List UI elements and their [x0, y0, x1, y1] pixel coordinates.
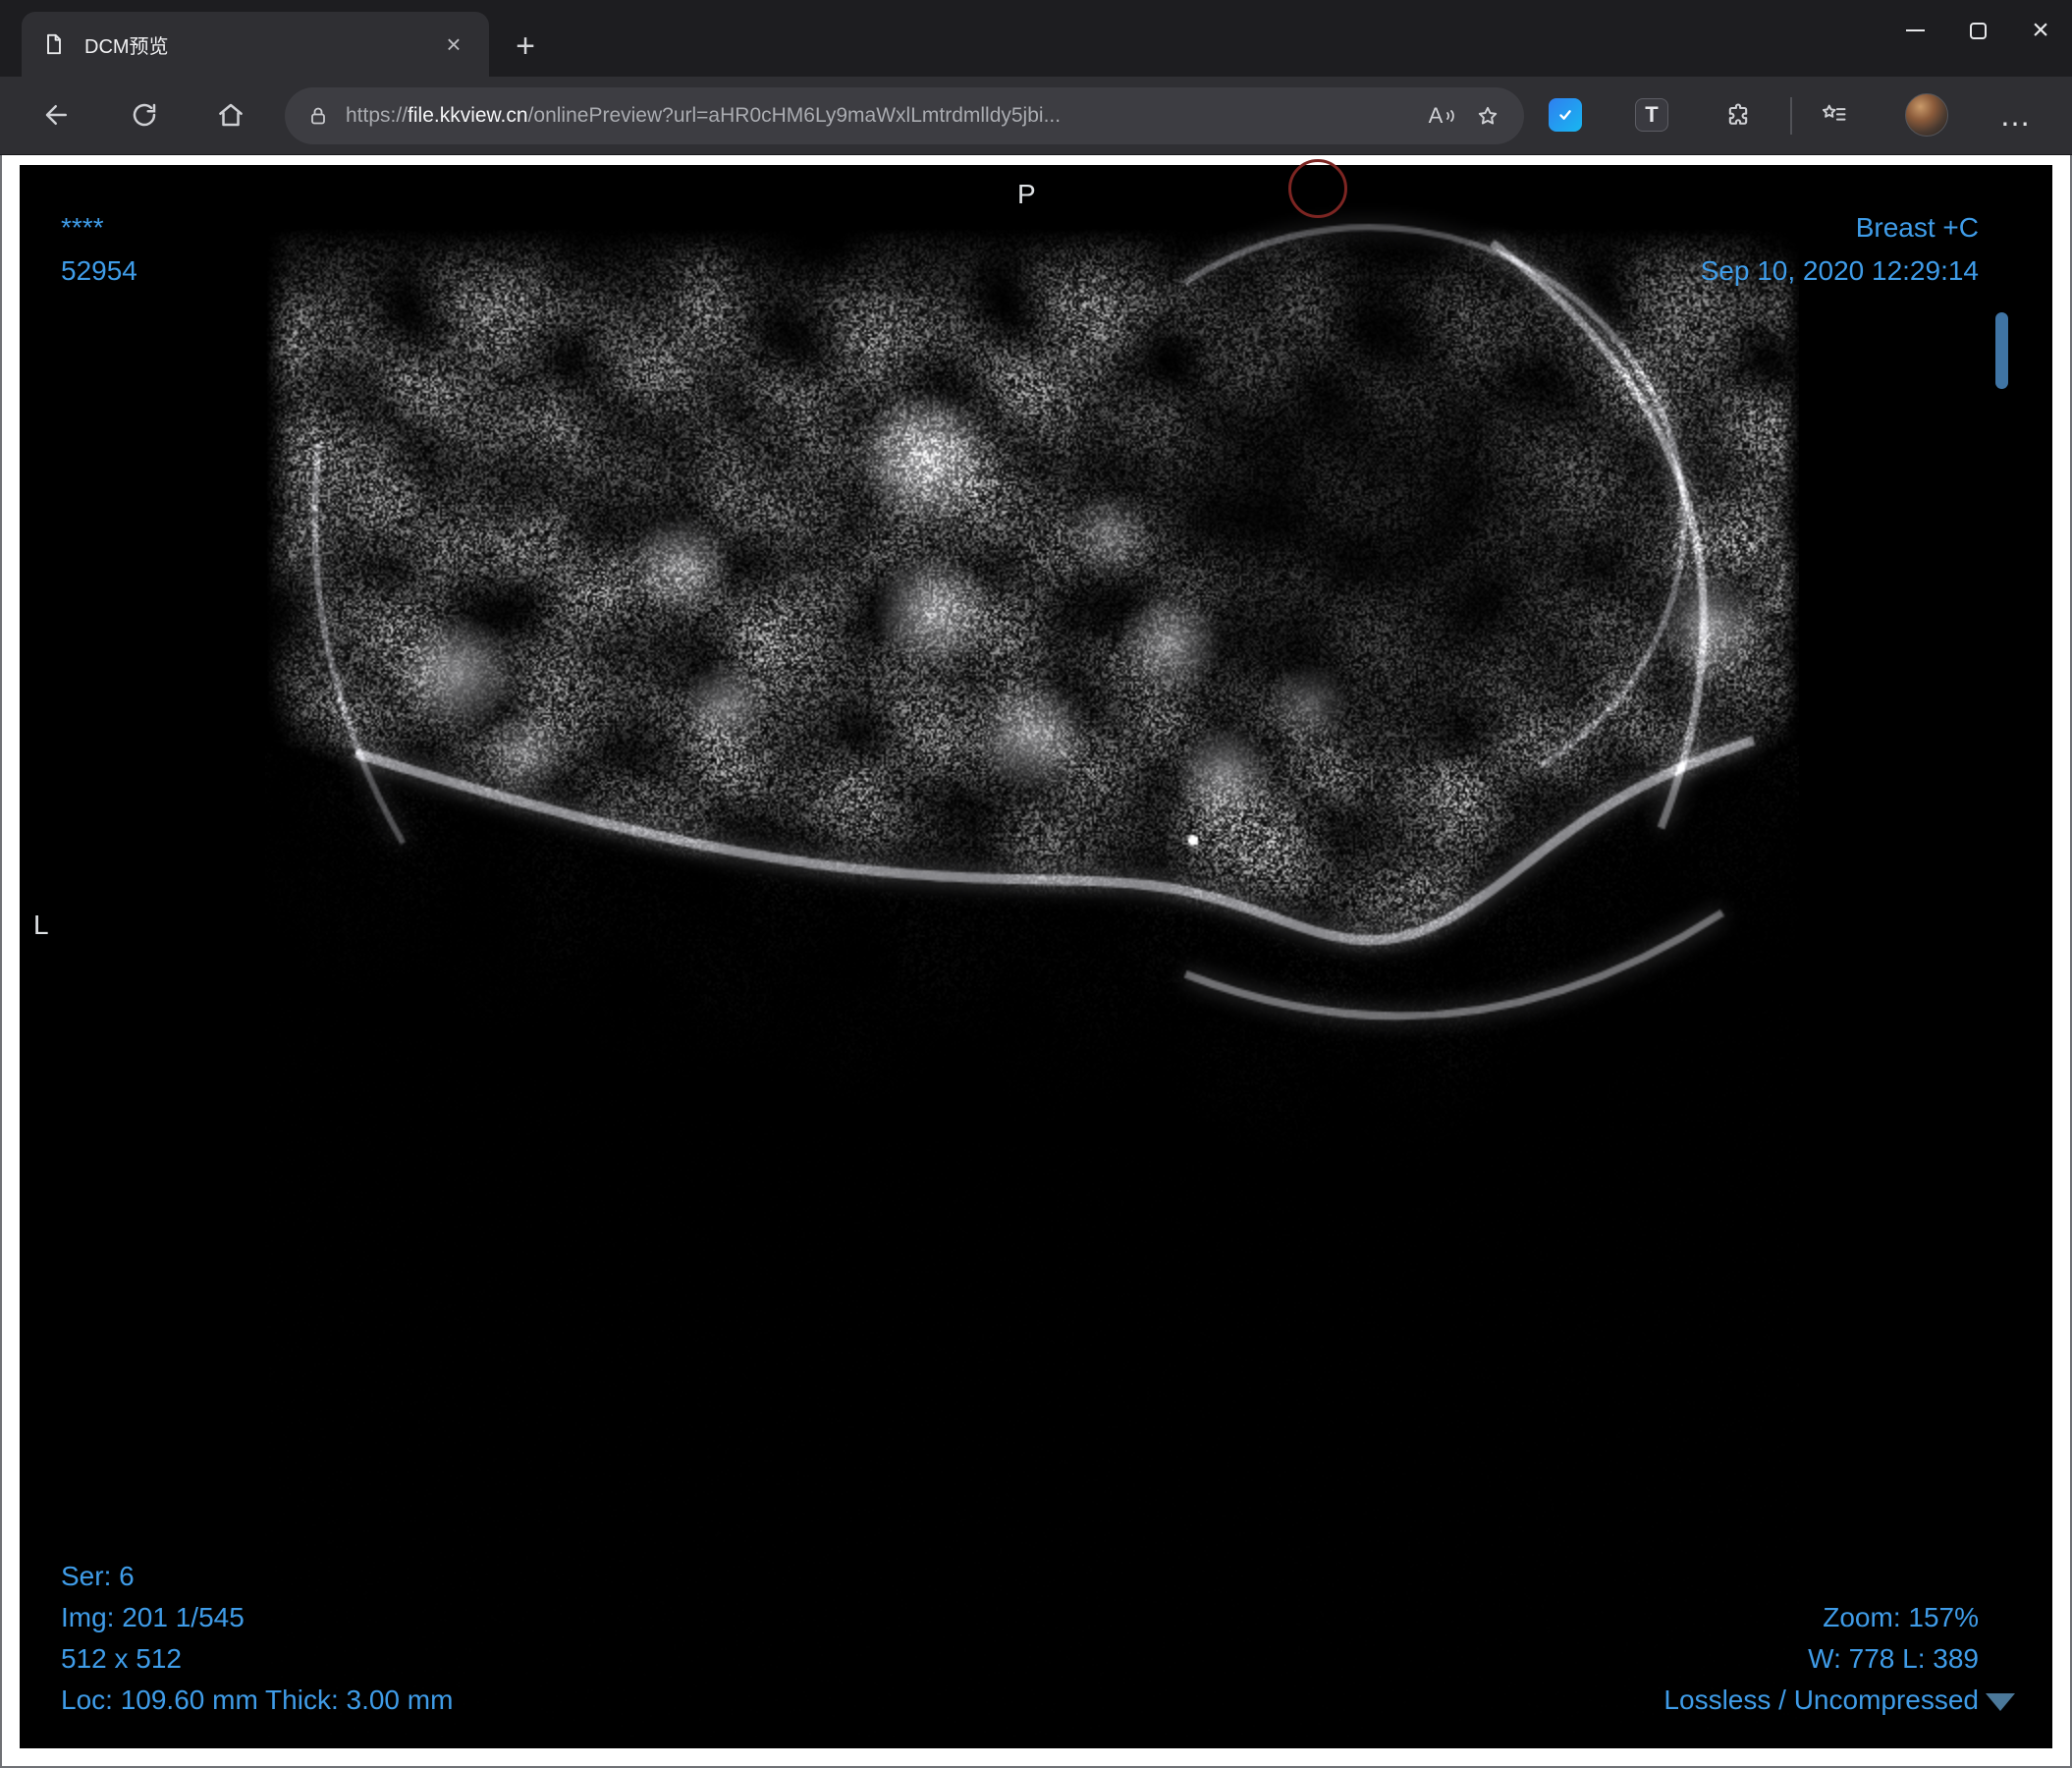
url-path: /onlinePreview?url=aHR0cHM6Ly9maWxlLmtrd… — [527, 104, 1062, 127]
extension-blue-icon[interactable] — [1538, 87, 1593, 142]
refresh-button[interactable] — [117, 87, 172, 142]
scrollbar-thumb[interactable] — [1995, 312, 2008, 389]
overlay-study-info: Breast +C Sep 10, 2020 12:29:14 — [1701, 206, 1979, 293]
browser-tab[interactable]: DCM预览 × — [22, 12, 489, 77]
back-button[interactable] — [29, 87, 84, 142]
orientation-marker-posterior: P — [1017, 179, 1036, 209]
tab-close-icon[interactable]: × — [436, 27, 471, 62]
browser-window: DCM预览 × + × https://file.kkview.cn/onlin… — [0, 0, 2072, 1768]
patient-number: 52954 — [61, 255, 137, 286]
orientation-marker-left: L — [33, 910, 49, 940]
overlay-patient-info: **** 52954 — [61, 206, 137, 293]
overlay-display-info: Zoom: 157% W: 778 L: 389 Lossless / Unco… — [1663, 1597, 1979, 1721]
url-host: file.kkview.cn — [408, 104, 528, 127]
annotation-circle — [1288, 159, 1347, 218]
scroll-down-arrow[interactable] — [1986, 1693, 2015, 1711]
read-aloud-icon[interactable]: A — [1420, 93, 1465, 138]
compression-info: Lossless / Uncompressed — [1663, 1685, 1979, 1715]
tab-title: DCM预览 — [84, 35, 169, 58]
window-level: W: 778 L: 389 — [1808, 1643, 1979, 1674]
close-button[interactable]: × — [2009, 0, 2072, 61]
more-menu-icon[interactable]: … — [1988, 87, 2043, 142]
extension-tampermonkey-icon[interactable]: T — [1624, 87, 1679, 142]
url-text: https://file.kkview.cn/onlinePreview?url… — [346, 104, 1420, 128]
overlay-series-info: Ser: 6 Img: 201 1/545 512 x 512 Loc: 109… — [61, 1556, 453, 1721]
zoom-level: Zoom: 157% — [1823, 1602, 1979, 1632]
study-description: Breast +C — [1855, 212, 1979, 243]
favorites-bar-icon[interactable] — [1807, 87, 1862, 142]
home-button[interactable] — [203, 87, 258, 142]
read-aloud-letter: A — [1428, 103, 1444, 128]
profile-avatar[interactable] — [1905, 93, 1948, 137]
slice-location: Loc: 109.60 mm Thick: 3.00 mm — [61, 1685, 454, 1715]
document-icon — [39, 29, 69, 59]
series-number: Ser: 6 — [61, 1561, 135, 1591]
minimize-button[interactable] — [1883, 0, 1946, 61]
maximize-icon — [1969, 22, 1987, 39]
minimize-icon — [1905, 29, 1925, 31]
study-datetime: Sep 10, 2020 12:29:14 — [1700, 255, 1979, 286]
dicom-image[interactable] — [265, 196, 1799, 1737]
patient-id-masked: **** — [61, 212, 104, 243]
address-bar[interactable]: https://file.kkview.cn/onlinePreview?url… — [285, 87, 1524, 144]
image-number: Img: 201 1/545 — [61, 1602, 245, 1632]
maximize-button[interactable] — [1946, 0, 2009, 61]
window-controls: × — [1883, 0, 2072, 61]
image-matrix: 512 x 512 — [61, 1643, 182, 1674]
extensions-puzzle-icon[interactable] — [1711, 87, 1766, 142]
extension-t-badge: T — [1635, 98, 1668, 132]
close-icon: × — [2032, 14, 2049, 46]
page-background: **** 52954 Breast +C Sep 10, 2020 12:29:… — [0, 155, 2072, 1768]
extension-blue-badge — [1549, 98, 1582, 132]
navigation-bar: https://file.kkview.cn/onlinePreview?url… — [0, 77, 2072, 155]
url-scheme: https:// — [346, 104, 409, 127]
dicom-viewer: **** 52954 Breast +C Sep 10, 2020 12:29:… — [20, 159, 2052, 1748]
new-tab-button[interactable]: + — [503, 24, 548, 69]
toolbar-divider — [1790, 97, 1792, 135]
favorite-star-icon[interactable] — [1465, 93, 1510, 138]
lock-icon[interactable] — [299, 94, 338, 138]
tab-strip: DCM预览 × + × — [0, 0, 2072, 77]
